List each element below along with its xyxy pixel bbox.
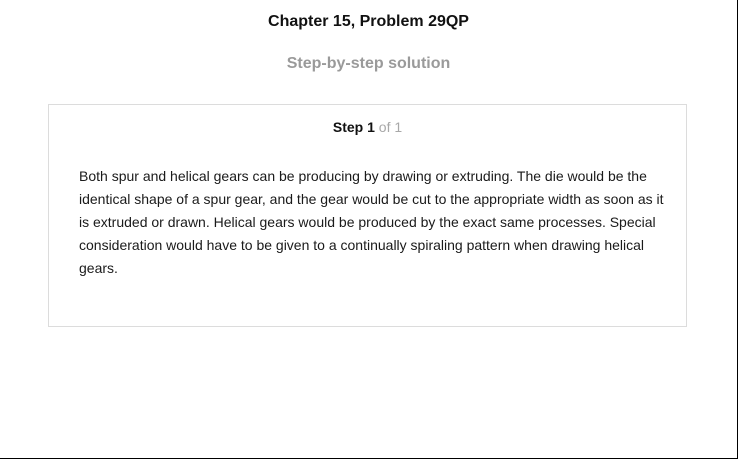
solution-page: Chapter 15, Problem 29QP Step-by-step so… [0,0,737,458]
page-title: Chapter 15, Problem 29QP [268,13,469,30]
step-total: of 1 [378,119,403,135]
step-number: 1 [367,119,375,135]
step-header: Step 1 of 1 [49,118,686,136]
step-label: Step 1 [332,119,375,135]
step-body-text: Both spur and helical gears can be produ… [79,168,664,276]
step-card: Step 1 of 1 Both spur and helical gears … [48,104,687,327]
solution-subtitle: Step-by-step solution [286,55,451,72]
